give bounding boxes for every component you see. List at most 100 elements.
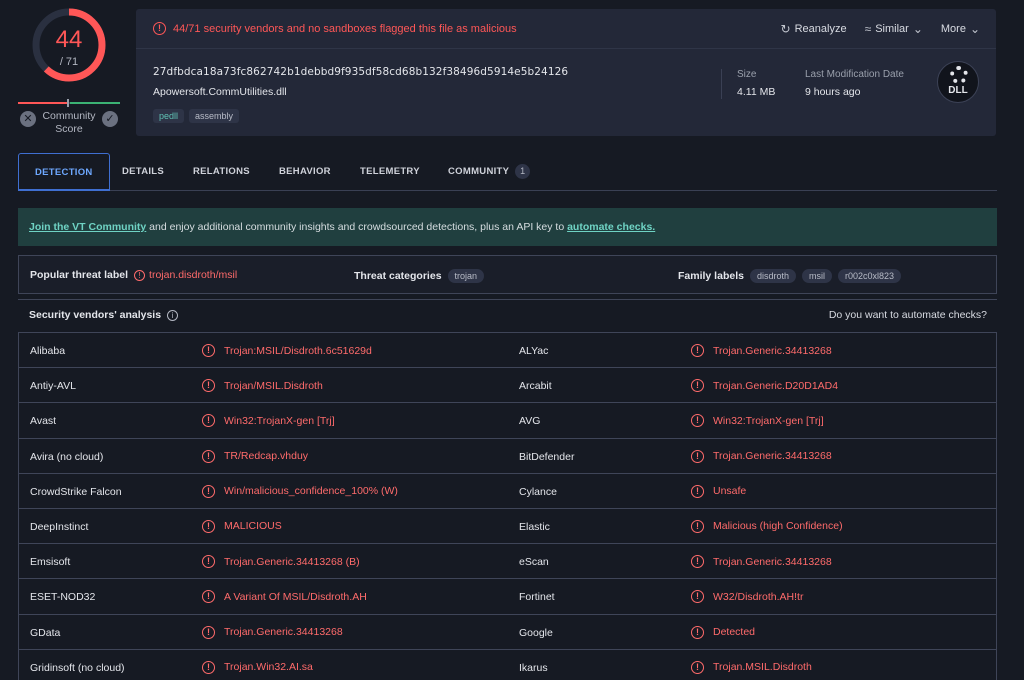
alert-icon: ! — [134, 269, 146, 281]
vote-harmless-icon[interactable]: ✓ — [102, 111, 118, 127]
popular-threat-text: trojan.disdroth/msil — [149, 269, 238, 281]
tab-behavior[interactable]: BEHAVIOR — [279, 153, 331, 191]
alert-icon: ! — [202, 555, 215, 569]
threat-categories: Threat categories trojan — [354, 269, 485, 283]
vendor-name: CrowdStrike Falcon — [30, 485, 122, 498]
modification-meta: Last Modification Date 9 hours ago — [805, 69, 904, 98]
gear-icon — [950, 66, 968, 84]
family-chip[interactable]: r002c0xl823 — [837, 269, 902, 283]
family-chip[interactable]: disdroth — [749, 269, 796, 283]
similar-button[interactable]: ≈ Similar ⌄ — [865, 22, 923, 36]
tab-community-label: COMMUNITY — [448, 166, 510, 177]
alert-icon: ! — [691, 625, 704, 639]
tab-community[interactable]: COMMUNITY 1 — [448, 153, 531, 191]
vendor-name: Emsisoft — [30, 556, 71, 569]
popular-threat-value[interactable]: ! trojan.disdroth/msil — [134, 269, 237, 281]
table-row: GData! Trojan.Generic.34413268 Google! Dete… — [19, 615, 996, 650]
alert-icon: ! — [202, 660, 215, 674]
info-icon[interactable]: i — [167, 309, 179, 321]
threat-categories-title: Threat categories — [354, 270, 442, 282]
detection-result: ! Win32:TrojanX-gen [Trj] — [691, 414, 824, 428]
detection-count: 44 — [55, 26, 83, 53]
community-banner: Join the VT Community and enjoy addition… — [18, 208, 997, 246]
detection-result-text: Detected — [713, 626, 756, 638]
alert-icon: ! — [153, 22, 166, 35]
vendor-name: Avast — [30, 415, 57, 428]
alert-icon: ! — [202, 519, 215, 533]
reanalyze-label: Reanalyze — [794, 23, 847, 35]
alert-icon: ! — [202, 379, 215, 393]
table-row: DeepInstinct! MALICIOUS Elastic! Malicious … — [19, 509, 996, 545]
tag-assembly[interactable]: assembly — [189, 109, 240, 123]
detection-result: ! A Variant Of MSIL/Disdroth.AH — [202, 590, 367, 604]
vendor-name: Alibaba — [30, 345, 66, 357]
vendor-name: Arcabit — [519, 380, 552, 393]
table-row: Gridinsoft (no cloud)! Trojan.Win32.AI.sa… — [19, 650, 996, 680]
detection-result-text: Win32:TrojanX-gen [Trj] — [224, 414, 335, 427]
table-row: Emsisoft ! Trojan.Generic.34413268 (B) eSca… — [19, 544, 996, 580]
file-header-card: ! 44/71 security vendors and no sandboxe… — [136, 9, 996, 136]
tag-pedll[interactable]: pedll — [153, 109, 185, 123]
detection-result-text: Trojan.Generic.D20D1AD4 — [713, 379, 839, 392]
family-labels-title: Family labels — [678, 270, 744, 282]
vendor-name: Fortinet — [519, 591, 555, 604]
alert-icon: ! — [202, 484, 215, 498]
detection-result-text: Unsafe — [713, 485, 747, 498]
vendor-name: eScan — [519, 556, 549, 569]
detection-result-text: Trojan.Win32.AI.sa — [224, 661, 313, 674]
more-button[interactable]: More ⌄ — [941, 22, 980, 36]
detection-result: ! MALICIOUS — [202, 519, 282, 533]
file-hash[interactable]: 27dfbdca18a73fc862742b1debbd9f935df58cd6… — [153, 66, 568, 78]
more-label: More — [940, 23, 966, 35]
size-value: 4.11 MB — [737, 86, 776, 98]
automate-checks-link[interactable]: automate checks. — [567, 221, 655, 233]
meta-divider — [721, 69, 722, 99]
tab-telemetry[interactable]: TELEMETRY — [360, 153, 420, 191]
refresh-icon: ↻ — [780, 22, 791, 36]
community-score-label: Community Score — [42, 110, 96, 135]
automate-checks-prompt[interactable]: Do you want to automate checks? — [829, 309, 987, 321]
detection-result: ! Trojan/MSIL.Disdroth — [202, 379, 323, 393]
family-labels: Family labels disdroth msil r002c0xl823 — [678, 269, 902, 283]
vendor-name: BitDefender — [519, 450, 575, 463]
detection-result: ! Trojan.MSIL.Disdroth — [691, 660, 812, 674]
detection-result: ! Trojan.Generic.34413268 (B) — [202, 555, 360, 569]
detection-result-text: Trojan.Generic.34413268 — [224, 626, 343, 638]
family-chip[interactable]: msil — [801, 269, 832, 283]
alert-icon: ! — [202, 449, 215, 463]
popular-threat-title: Popular threat label — [30, 269, 129, 281]
reanalyze-button[interactable]: ↻ Reanalyze — [781, 22, 847, 36]
vote-malicious-icon[interactable]: ✕ — [20, 111, 36, 127]
join-community-link[interactable]: Join the VT Community — [29, 221, 146, 233]
detection-result-text: Trojan/MSIL.Disdroth — [224, 379, 323, 392]
threat-labels-row: Popular threat label ! trojan.disdroth/m… — [18, 255, 997, 294]
dll-file-icon: DLL — [937, 61, 979, 103]
detection-result-text: Trojan.Generic.34413268 — [713, 555, 832, 568]
alert-icon: ! — [202, 344, 215, 357]
detection-result: ! Trojan.Generic.34413268 — [202, 625, 343, 639]
detection-result-text: MALICIOUS — [224, 520, 282, 533]
alert-icon: ! — [202, 590, 215, 604]
vendor-name: Ikarus — [519, 661, 548, 674]
alert-icon: ! — [691, 660, 704, 674]
tab-detection[interactable]: DETECTION — [18, 153, 110, 191]
tab-relations[interactable]: RELATIONS — [193, 153, 250, 191]
chevron-down-icon: ⌄ — [912, 22, 923, 36]
community-score-bar — [18, 99, 120, 107]
vendor-name: DeepInstinct — [30, 520, 89, 533]
vendor-name: Elastic — [519, 520, 550, 533]
detection-result: ! Trojan:MSIL/Disdroth.6c51629d — [202, 344, 372, 357]
detection-result-text: Trojan.MSIL.Disdroth — [713, 661, 812, 674]
community-count-badge: 1 — [515, 164, 531, 179]
size-meta: Size 4.11 MB — [737, 69, 775, 98]
alert-icon: ! — [691, 555, 704, 569]
category-chip[interactable]: trojan — [447, 269, 485, 283]
table-row: CrowdStrike Falcon! Win/malicious_confide… — [19, 474, 996, 509]
tab-bar: DETECTION DETAILS RELATIONS BEHAVIOR TEL… — [18, 153, 997, 191]
alert-icon: ! — [691, 519, 704, 533]
detection-result-text: A Variant Of MSIL/Disdroth.AH — [224, 590, 367, 603]
detection-result: ! TR/Redcap.vhduy — [202, 449, 308, 463]
tab-details[interactable]: DETAILS — [122, 153, 164, 191]
vendor-name: GData — [30, 626, 61, 639]
detection-result-text: Trojan.Generic.34413268 — [713, 450, 832, 463]
